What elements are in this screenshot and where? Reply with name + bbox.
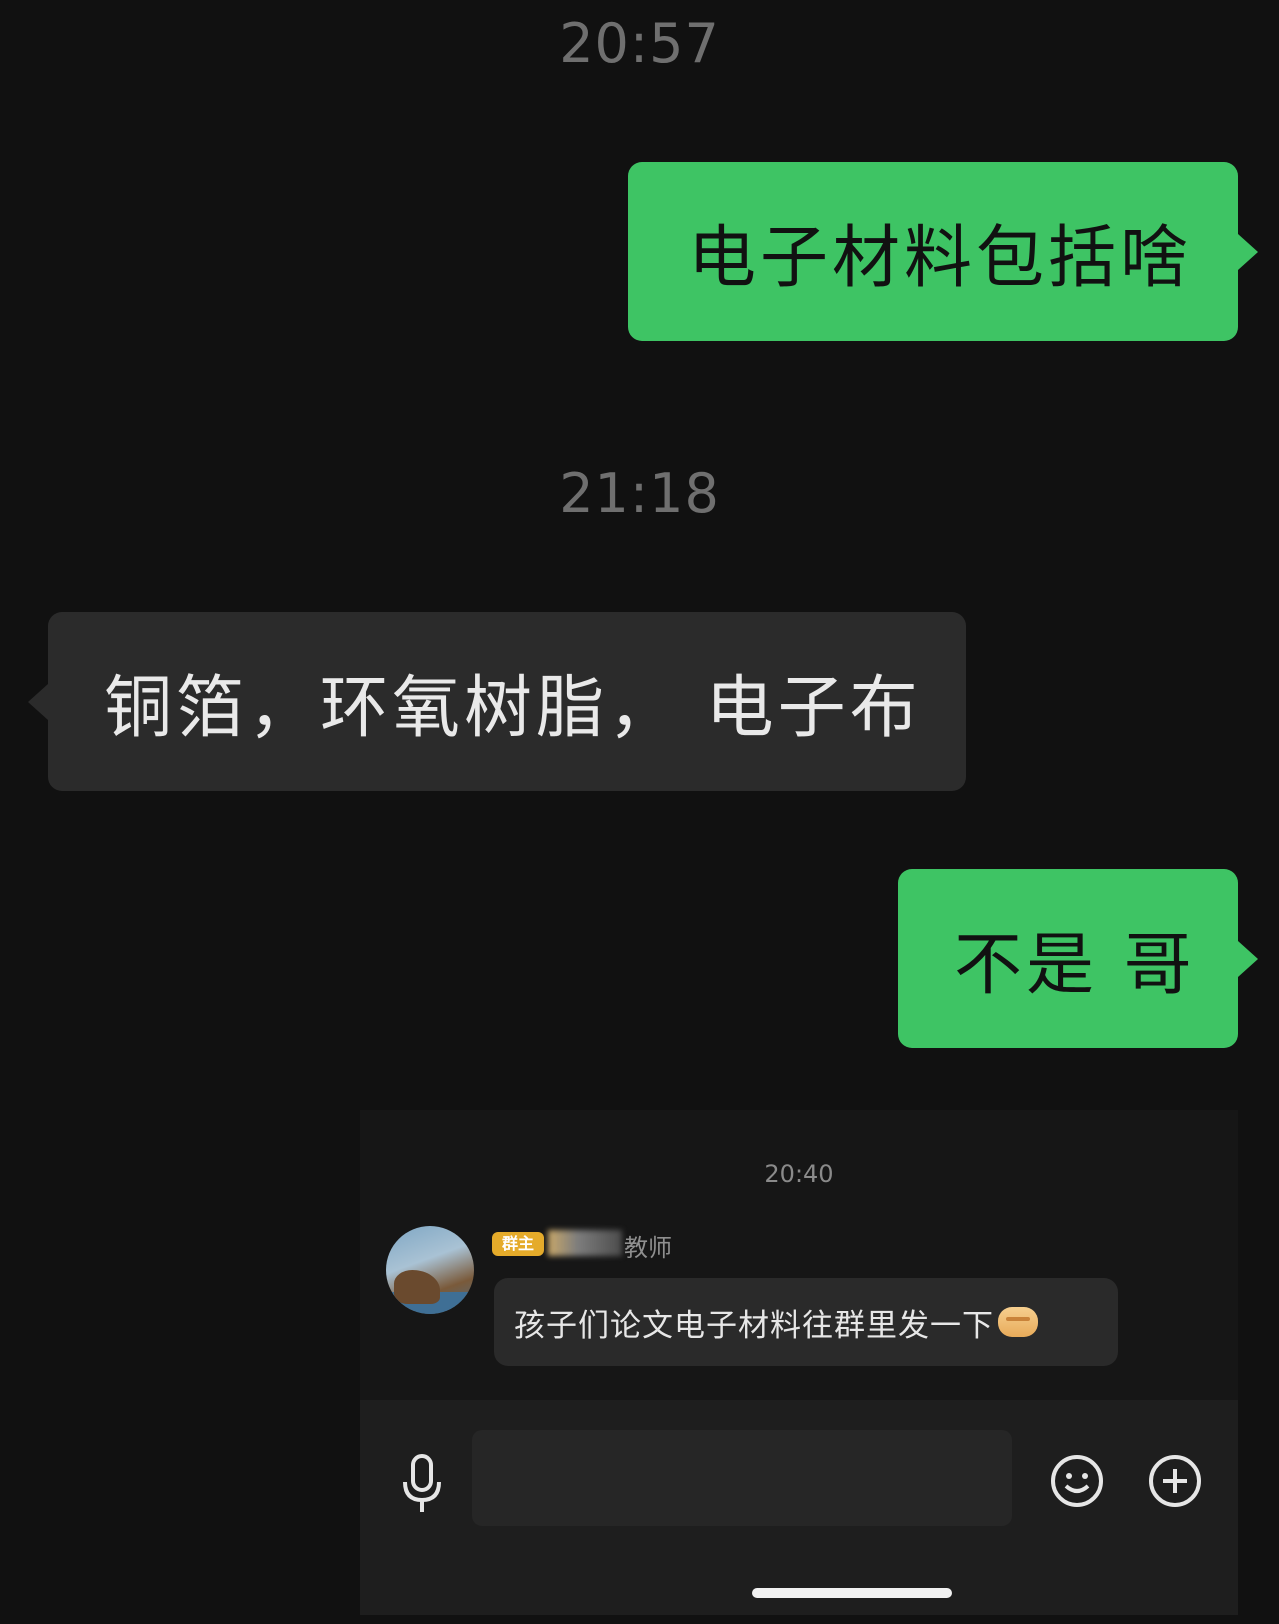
timestamp-2: 21:18 xyxy=(559,462,720,525)
sent-message-bubble[interactable]: 不是 哥 xyxy=(898,869,1258,1048)
received-message-bubble[interactable]: 铜箔，环氧树脂， 电子布 xyxy=(28,612,966,791)
embedded-chat-screenshot: 20:40 群主 教师 孩子们论文电子材料往群里发一下 xyxy=(360,1110,1238,1615)
bubble-tail xyxy=(1238,233,1258,270)
message-text: 铜箔，环氧树脂， 电子布 xyxy=(104,669,922,748)
home-indicator xyxy=(752,1588,952,1598)
message-text: 不是 哥 xyxy=(954,926,1196,1005)
message-input[interactable] xyxy=(472,1430,1012,1526)
sender-name: 教师 xyxy=(624,1234,672,1262)
avatar-rock xyxy=(394,1270,440,1304)
blurred-sender-name xyxy=(548,1230,622,1256)
emoji-icon[interactable] xyxy=(1050,1454,1104,1508)
embedded-timestamp: 20:40 xyxy=(764,1160,834,1188)
group-owner-badge: 群主 xyxy=(492,1232,544,1256)
handshake-icon xyxy=(998,1307,1038,1337)
bubble-tail xyxy=(28,683,48,720)
message-text: 电子材料包括啥 xyxy=(688,219,1193,298)
plus-icon[interactable] xyxy=(1148,1454,1202,1508)
received-message-bubble[interactable]: 孩子们论文电子材料往群里发一下 xyxy=(494,1278,1118,1366)
message-text: 孩子们论文电子材料往群里发一下 xyxy=(514,1307,994,1344)
bubble-tail xyxy=(1238,940,1258,977)
chat-input-bar xyxy=(360,1400,1238,1615)
avatar[interactable] xyxy=(386,1226,474,1314)
microphone-icon[interactable] xyxy=(400,1452,444,1516)
timestamp-1: 20:57 xyxy=(559,12,720,75)
sent-message-bubble[interactable]: 电子材料包括啥 xyxy=(628,162,1258,341)
